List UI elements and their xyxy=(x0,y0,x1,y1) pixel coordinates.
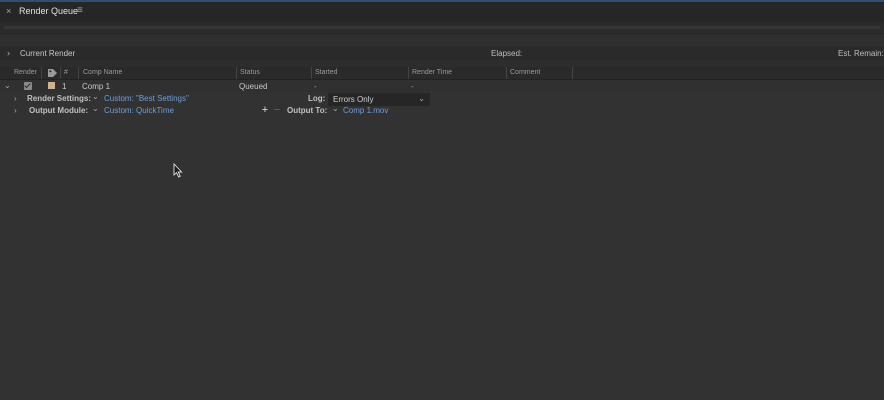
current-render-bar: › Current Render Elapsed: Est. Remain: xyxy=(0,46,884,60)
render-progress-bar xyxy=(4,26,880,29)
output-module-link[interactable]: Custom: QuickTime xyxy=(104,106,174,115)
current-render-label: Current Render xyxy=(20,49,76,58)
close-icon[interactable]: × xyxy=(6,6,11,16)
elapsed-label: Elapsed: xyxy=(491,49,523,58)
label-tag-icon[interactable] xyxy=(47,68,58,78)
remove-output-module-button[interactable]: − xyxy=(272,105,282,116)
item-render-time: - xyxy=(411,82,414,91)
col-number[interactable]: # xyxy=(64,69,68,76)
col-divider[interactable] xyxy=(506,67,507,79)
queue-item-row[interactable]: ⌄ 1 Comp 1 Queued - - xyxy=(0,80,884,92)
render-checkbox[interactable] xyxy=(24,82,32,90)
queue-column-header: Render # Comp Name Status Started Render… xyxy=(0,67,884,80)
col-status[interactable]: Status xyxy=(240,69,260,76)
panel-spacer xyxy=(0,34,884,46)
panel-spacer-2 xyxy=(0,60,884,67)
render-settings-row: › Render Settings: ⌄ Custom: "Best Setti… xyxy=(0,92,884,104)
output-module-dropdown-icon[interactable]: ⌄ xyxy=(92,104,99,113)
output-module-row: › Output Module: ⌄ Custom: QuickTime Out… xyxy=(0,104,884,116)
expand-item-chevron-icon[interactable]: ⌄ xyxy=(4,81,11,90)
item-number: 1 xyxy=(62,82,67,91)
label-color-swatch[interactable] xyxy=(48,82,55,89)
current-render-chevron-icon[interactable]: › xyxy=(7,48,10,58)
output-to-label: Output To: xyxy=(287,106,328,115)
col-comment[interactable]: Comment xyxy=(510,69,540,76)
render-settings-chevron-icon[interactable]: › xyxy=(14,94,17,103)
mouse-cursor-icon xyxy=(173,163,183,178)
panel-title[interactable]: Render Queue xyxy=(19,6,78,16)
output-to-link[interactable]: Comp 1.mov xyxy=(343,106,388,115)
panel-menu-icon[interactable]: ≡ xyxy=(77,5,83,16)
col-divider[interactable] xyxy=(572,67,573,79)
add-output-module-button[interactable]: + xyxy=(260,105,270,116)
render-settings-link[interactable]: Custom: "Best Settings" xyxy=(104,94,189,103)
panel-header: × Render Queue ≡ xyxy=(0,2,884,22)
col-divider[interactable] xyxy=(41,67,42,79)
col-render[interactable]: Render xyxy=(14,69,37,76)
output-to-dropdown-icon[interactable]: ⌄ xyxy=(332,104,339,113)
log-select-chevron-icon: ⌄ xyxy=(418,94,425,103)
item-status: Queued xyxy=(239,82,268,91)
col-divider[interactable] xyxy=(60,67,61,79)
col-divider[interactable] xyxy=(78,67,79,79)
output-module-chevron-icon[interactable]: › xyxy=(14,106,17,115)
col-started[interactable]: Started xyxy=(315,69,338,76)
log-select-value: Errors Only xyxy=(333,95,374,104)
col-comp-name[interactable]: Comp Name xyxy=(83,69,122,76)
log-label: Log: xyxy=(308,94,326,103)
render-settings-label: Render Settings: xyxy=(27,94,92,103)
col-divider[interactable] xyxy=(311,67,312,79)
output-module-label: Output Module: xyxy=(29,106,89,115)
col-render-time[interactable]: Render Time xyxy=(412,69,452,76)
item-comp-name: Comp 1 xyxy=(82,82,111,91)
col-divider[interactable] xyxy=(236,67,237,79)
est-remain-label: Est. Remain: xyxy=(838,49,884,58)
item-started: - xyxy=(314,82,317,91)
col-divider[interactable] xyxy=(408,67,409,79)
render-settings-dropdown-icon[interactable]: ⌄ xyxy=(92,92,99,101)
